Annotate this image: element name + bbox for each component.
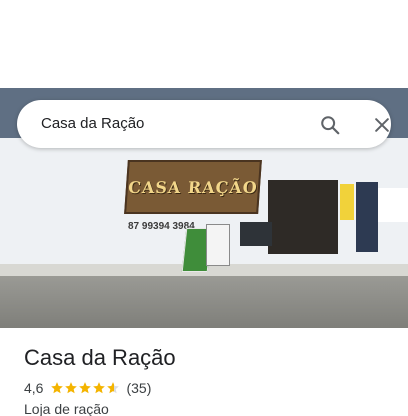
photo-poster	[340, 184, 354, 220]
rating-value: 4,6	[24, 380, 44, 396]
photo-store-sign: CASA RAÇÃO	[124, 160, 262, 214]
search-button[interactable]	[317, 112, 343, 138]
rating-stars	[50, 381, 120, 395]
photo-banner	[240, 222, 272, 246]
photo-shop-entrance	[268, 180, 338, 254]
store-sign-text: CASA RAÇÃO	[127, 177, 259, 197]
photo-side-door	[356, 182, 378, 252]
star-icon	[93, 382, 106, 394]
photo-right-sign	[378, 188, 408, 222]
photo-street	[0, 276, 408, 328]
search-bar[interactable]: Casa da Ração	[17, 100, 391, 148]
place-category[interactable]: Loja de ração	[24, 401, 109, 416]
search-icon	[321, 116, 340, 135]
maps-place-view: CASA RAÇÃO 87 99394 3984 Casa da Ração C…	[0, 0, 408, 416]
star-icon	[51, 382, 64, 394]
photo-aframe-sign-2	[206, 224, 230, 266]
search-input[interactable]: Casa da Ração	[41, 115, 144, 132]
clear-search-button[interactable]	[369, 112, 395, 138]
rating-row[interactable]: 4,6 (35)	[24, 380, 151, 396]
review-count[interactable]: (35)	[126, 380, 151, 396]
star-icon	[65, 382, 78, 394]
star-icon	[107, 382, 120, 394]
place-title: Casa da Ração	[24, 345, 176, 370]
star-icon	[79, 382, 92, 394]
close-icon	[375, 118, 389, 132]
photo-phone-text: 87 99394 3984	[128, 221, 195, 232]
